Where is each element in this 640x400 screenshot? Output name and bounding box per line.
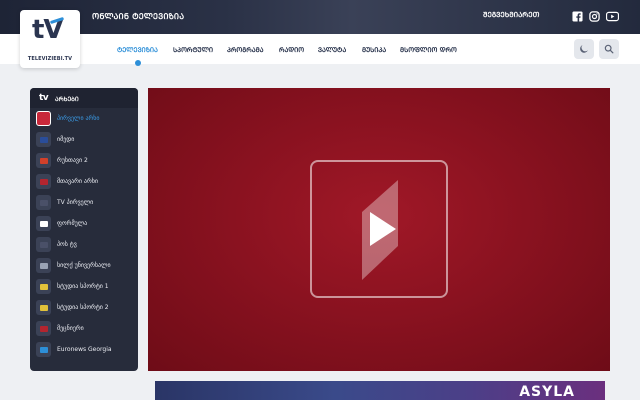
sidebar-title: ᲐᲠᲮᲔᲑᲘ	[55, 96, 79, 103]
active-nav-indicator	[135, 60, 141, 66]
channel-logo-mark	[39, 157, 48, 164]
channel-logo	[36, 174, 51, 189]
nav-item-world-time[interactable]: ᲛᲡᲝᲤᲚᲘᲝ ᲓᲠᲝ	[400, 45, 457, 54]
channel-name: პოს ტვ	[57, 241, 77, 248]
sidebar-header: tv ᲐᲠᲮᲔᲑᲘ	[30, 88, 138, 108]
search-button[interactable]	[599, 39, 619, 59]
nav-item-program[interactable]: ᲞᲠᲝᲒᲠᲐᲛᲐ	[227, 45, 264, 54]
channel-name: რუსთავი 2	[57, 157, 88, 164]
channel-item[interactable]: პოს ტვ	[30, 234, 138, 255]
channel-logo-mark	[39, 178, 48, 185]
channel-logo	[36, 300, 51, 315]
channel-logo	[36, 111, 51, 126]
channel-name: პირველი არხი	[57, 115, 100, 122]
channel-name: მეცნიერი	[57, 325, 84, 332]
channel-item[interactable]: პირველი არხი	[30, 108, 138, 129]
video-player[interactable]	[148, 88, 610, 371]
dark-mode-button[interactable]	[574, 39, 594, 59]
channel-logo-mark	[39, 220, 48, 227]
moon-icon	[580, 45, 588, 53]
channel-logo	[36, 216, 51, 231]
top-bar: ᲝᲜᲚᲐᲘᲜ ᲢᲔᲚᲔᲕᲘᲖᲘᲐ ᲨᲔᲒᲕᲔᲮᲛᲘᲐᲠᲔᲗ	[0, 0, 640, 34]
channel-name: სტუდია სპორტი 2	[57, 304, 109, 311]
channel-logo-mark	[39, 241, 48, 248]
channel-item[interactable]: სტუდია სპორტი 2	[30, 297, 138, 318]
nav-item-tv[interactable]: ᲢᲔᲚᲔᲕᲘᲖᲘᲐ	[117, 45, 158, 54]
channel-item[interactable]: სილქ უნივერსალი	[30, 255, 138, 276]
banner-text: ASYLA	[519, 384, 575, 400]
nav-item-radio[interactable]: ᲠᲐᲓᲘᲝ	[279, 45, 304, 54]
nav-item-music[interactable]: ᲛᲣᲡᲘᲙᲐ	[362, 45, 386, 54]
channel-sidebar: tv ᲐᲠᲮᲔᲑᲘ პირველი არხი იმედი რუსთავი 2 მთავ…	[30, 88, 138, 371]
channel-logo	[36, 153, 51, 168]
channel-name: TV პირველი	[57, 199, 94, 206]
channel-name: სტუდია სპორტი 1	[57, 283, 109, 290]
main-nav: ᲢᲔᲚᲔᲕᲘᲖᲘᲐ ᲡᲞᲝᲠᲢᲣᲚᲘ ᲞᲠᲝᲒᲠᲐᲛᲐ ᲠᲐᲓᲘᲝ ᲕᲐᲚᲣᲢᲐ…	[0, 34, 640, 66]
channel-logo-mark	[39, 325, 48, 332]
facebook-icon[interactable]	[571, 10, 583, 22]
channel-logo	[36, 195, 51, 210]
ad-banner[interactable]: ASYLA	[155, 381, 605, 400]
channel-logo	[36, 279, 51, 294]
logo-text: TELEVIZIEBI.TV	[27, 56, 73, 62]
channel-logo-mark	[39, 283, 48, 290]
channel-logo	[36, 237, 51, 252]
channel-item[interactable]: მთავარი არხი	[30, 171, 138, 192]
site-logo[interactable]: tV TELEVIZIEBI.TV	[20, 10, 80, 68]
contact-link[interactable]: ᲨᲔᲒᲕᲔᲮᲛᲘᲐᲠᲔᲗ	[483, 11, 539, 20]
channel-logo-mark	[39, 115, 48, 122]
channel-item[interactable]: სტუდია სპორტი 1	[30, 276, 138, 297]
channel-logo-mark	[39, 304, 48, 311]
nav-item-sport[interactable]: ᲡᲞᲝᲠᲢᲣᲚᲘ	[173, 45, 213, 54]
play-button[interactable]	[310, 160, 448, 298]
channel-logo-mark	[39, 136, 48, 143]
channel-name: სილქ უნივერსალი	[57, 262, 111, 269]
channel-item[interactable]: რუსთავი 2	[30, 150, 138, 171]
channel-logo	[36, 132, 51, 147]
online-tv-link[interactable]: ᲝᲜᲚᲐᲘᲜ ᲢᲔᲚᲔᲕᲘᲖᲘᲐ	[92, 11, 184, 22]
channel-logo	[36, 321, 51, 336]
channel-name: Euronews Georgia	[57, 346, 112, 353]
channel-item[interactable]: TV პირველი	[30, 192, 138, 213]
channel-logo	[36, 258, 51, 273]
channel-logo	[36, 342, 51, 357]
channel-item[interactable]: იმედი	[30, 129, 138, 150]
search-icon	[604, 44, 614, 54]
channel-item[interactable]: მეცნიერი	[30, 318, 138, 339]
nav-item-currency[interactable]: ᲕᲐᲚᲣᲢᲐ	[318, 45, 346, 54]
channel-name: იმედი	[57, 136, 75, 143]
channel-logo-mark	[39, 199, 48, 206]
sidebar-logo-mark: tv	[39, 93, 49, 103]
channel-logo-mark	[39, 346, 48, 353]
play-icon	[362, 180, 398, 280]
youtube-icon[interactable]	[605, 10, 619, 22]
channel-logo-mark	[39, 262, 48, 269]
channel-item[interactable]: Euronews Georgia	[30, 339, 138, 360]
channel-name: მთავარი არხი	[57, 178, 98, 185]
channel-name: ფორმულა	[57, 220, 88, 227]
channel-list: პირველი არხი იმედი რუსთავი 2 მთავარი არხი TV…	[30, 108, 138, 360]
channel-item[interactable]: ფორმულა	[30, 213, 138, 234]
instagram-icon[interactable]	[588, 10, 600, 22]
